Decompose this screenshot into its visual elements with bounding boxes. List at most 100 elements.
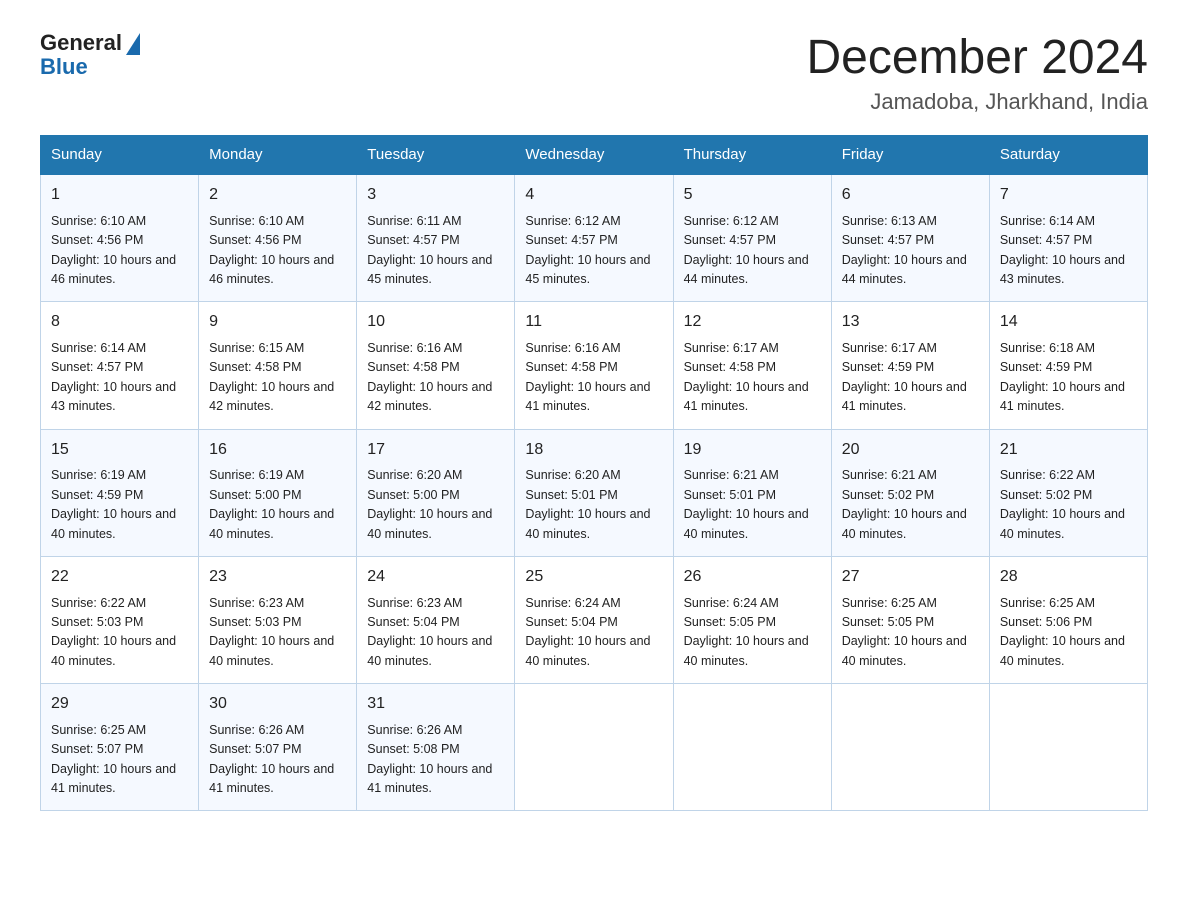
day-number: 4	[525, 183, 662, 208]
calendar-day-cell: 3Sunrise: 6:11 AMSunset: 4:57 PMDaylight…	[357, 174, 515, 302]
calendar-day-cell: 22 Sunrise: 6:22 AMSunset: 5:03 PMDayligh…	[41, 556, 199, 683]
calendar-day-cell: 31 Sunrise: 6:26 AMSunset: 5:08 PMDayligh…	[357, 684, 515, 811]
day-info: Sunrise: 6:12 AMSunset: 4:57 PMDaylight:…	[684, 212, 821, 290]
logo: General Blue	[40, 30, 140, 80]
day-info: Sunrise: 6:16 AMSunset: 4:58 PMDaylight:…	[367, 339, 504, 417]
day-number: 24	[367, 565, 504, 590]
calendar-day-cell: 2 Sunrise: 6:10 AMSunset: 4:56 PMDaylight…	[199, 174, 357, 302]
calendar-day-cell: 5 Sunrise: 6:12 AMSunset: 4:57 PMDaylight…	[673, 174, 831, 302]
calendar-week-row: 1 Sunrise: 6:10 AMSunset: 4:56 PMDaylight…	[41, 174, 1148, 302]
day-info: Sunrise: 6:25 AMSunset: 5:05 PMDaylight:…	[842, 594, 979, 672]
calendar-day-cell: 25Sunrise: 6:24 AMSunset: 5:04 PMDayligh…	[515, 556, 673, 683]
day-info: Sunrise: 6:25 AMSunset: 5:07 PMDaylight:…	[51, 721, 188, 799]
calendar-day-cell: 16 Sunrise: 6:19 AMSunset: 5:00 PMDayligh…	[199, 429, 357, 556]
day-info: Sunrise: 6:22 AMSunset: 5:03 PMDaylight:…	[51, 594, 188, 672]
day-info: Sunrise: 6:20 AMSunset: 5:00 PMDaylight:…	[367, 466, 504, 544]
day-info: Sunrise: 6:22 AMSunset: 5:02 PMDaylight:…	[1000, 466, 1137, 544]
calendar-week-row: 22 Sunrise: 6:22 AMSunset: 5:03 PMDayligh…	[41, 556, 1148, 683]
day-number: 1	[51, 183, 188, 208]
day-number: 27	[842, 565, 979, 590]
day-info: Sunrise: 6:19 AMSunset: 5:00 PMDaylight:…	[209, 466, 346, 544]
day-number: 30	[209, 692, 346, 717]
day-number: 16	[209, 438, 346, 463]
calendar-day-cell: 11 Sunrise: 6:16 AMSunset: 4:58 PMDayligh…	[515, 302, 673, 429]
day-number: 7	[1000, 183, 1137, 208]
day-number: 12	[684, 310, 821, 335]
day-info: Sunrise: 6:26 AMSunset: 5:08 PMDaylight:…	[367, 721, 504, 799]
weekday-header-row: SundayMondayTuesdayWednesdayThursdayFrid…	[41, 136, 1148, 175]
weekday-header-friday: Friday	[831, 136, 989, 175]
calendar-day-cell	[989, 684, 1147, 811]
calendar-day-cell: 30 Sunrise: 6:26 AMSunset: 5:07 PMDayligh…	[199, 684, 357, 811]
day-number: 22	[51, 565, 188, 590]
day-info: Sunrise: 6:12 AMSunset: 4:57 PMDaylight:…	[525, 212, 662, 290]
calendar-day-cell	[515, 684, 673, 811]
day-info: Sunrise: 6:25 AMSunset: 5:06 PMDaylight:…	[1000, 594, 1137, 672]
calendar-day-cell: 29 Sunrise: 6:25 AMSunset: 5:07 PMDayligh…	[41, 684, 199, 811]
weekday-header-wednesday: Wednesday	[515, 136, 673, 175]
day-number: 31	[367, 692, 504, 717]
day-number: 18	[525, 438, 662, 463]
weekday-header-sunday: Sunday	[41, 136, 199, 175]
day-info: Sunrise: 6:14 AMSunset: 4:57 PMDaylight:…	[51, 339, 188, 417]
calendar-day-cell: 9 Sunrise: 6:15 AMSunset: 4:58 PMDaylight…	[199, 302, 357, 429]
calendar-day-cell: 1 Sunrise: 6:10 AMSunset: 4:56 PMDaylight…	[41, 174, 199, 302]
day-number: 6	[842, 183, 979, 208]
day-info: Sunrise: 6:17 AMSunset: 4:59 PMDaylight:…	[842, 339, 979, 417]
day-number: 10	[367, 310, 504, 335]
day-number: 21	[1000, 438, 1137, 463]
day-number: 29	[51, 692, 188, 717]
calendar-day-cell: 7Sunrise: 6:14 AMSunset: 4:57 PMDaylight…	[989, 174, 1147, 302]
weekday-header-tuesday: Tuesday	[357, 136, 515, 175]
day-number: 5	[684, 183, 821, 208]
calendar-day-cell: 20 Sunrise: 6:21 AMSunset: 5:02 PMDayligh…	[831, 429, 989, 556]
calendar-day-cell: 17 Sunrise: 6:20 AMSunset: 5:00 PMDayligh…	[357, 429, 515, 556]
day-number: 20	[842, 438, 979, 463]
calendar-day-cell: 28 Sunrise: 6:25 AMSunset: 5:06 PMDayligh…	[989, 556, 1147, 683]
calendar-day-cell: 10 Sunrise: 6:16 AMSunset: 4:58 PMDayligh…	[357, 302, 515, 429]
day-number: 26	[684, 565, 821, 590]
day-info: Sunrise: 6:17 AMSunset: 4:58 PMDaylight:…	[684, 339, 821, 417]
calendar-week-row: 8Sunrise: 6:14 AMSunset: 4:57 PMDaylight…	[41, 302, 1148, 429]
day-number: 15	[51, 438, 188, 463]
day-info: Sunrise: 6:19 AMSunset: 4:59 PMDaylight:…	[51, 466, 188, 544]
day-number: 14	[1000, 310, 1137, 335]
calendar-day-cell: 12 Sunrise: 6:17 AMSunset: 4:58 PMDayligh…	[673, 302, 831, 429]
weekday-header-thursday: Thursday	[673, 136, 831, 175]
day-info: Sunrise: 6:23 AMSunset: 5:04 PMDaylight:…	[367, 594, 504, 672]
day-number: 11	[525, 310, 662, 335]
calendar-day-cell: 21 Sunrise: 6:22 AMSunset: 5:02 PMDayligh…	[989, 429, 1147, 556]
logo-blue-text: Blue	[40, 54, 88, 80]
day-info: Sunrise: 6:23 AMSunset: 5:03 PMDaylight:…	[209, 594, 346, 672]
day-info: Sunrise: 6:21 AMSunset: 5:02 PMDaylight:…	[842, 466, 979, 544]
day-info: Sunrise: 6:10 AMSunset: 4:56 PMDaylight:…	[209, 212, 346, 290]
day-info: Sunrise: 6:24 AMSunset: 5:05 PMDaylight:…	[684, 594, 821, 672]
day-info: Sunrise: 6:20 AMSunset: 5:01 PMDaylight:…	[525, 466, 662, 544]
day-number: 2	[209, 183, 346, 208]
calendar-day-cell: 6 Sunrise: 6:13 AMSunset: 4:57 PMDaylight…	[831, 174, 989, 302]
calendar-day-cell	[673, 684, 831, 811]
day-number: 17	[367, 438, 504, 463]
day-info: Sunrise: 6:24 AMSunset: 5:04 PMDaylight:…	[525, 594, 662, 672]
day-number: 19	[684, 438, 821, 463]
page-header: General Blue December 2024 Jamadoba, Jha…	[40, 30, 1148, 115]
calendar-day-cell: 18 Sunrise: 6:20 AMSunset: 5:01 PMDayligh…	[515, 429, 673, 556]
day-info: Sunrise: 6:18 AMSunset: 4:59 PMDaylight:…	[1000, 339, 1137, 417]
day-info: Sunrise: 6:16 AMSunset: 4:58 PMDaylight:…	[525, 339, 662, 417]
calendar-day-cell: 8Sunrise: 6:14 AMSunset: 4:57 PMDaylight…	[41, 302, 199, 429]
day-number: 13	[842, 310, 979, 335]
day-number: 28	[1000, 565, 1137, 590]
calendar-day-cell: 27 Sunrise: 6:25 AMSunset: 5:05 PMDayligh…	[831, 556, 989, 683]
day-info: Sunrise: 6:13 AMSunset: 4:57 PMDaylight:…	[842, 212, 979, 290]
day-info: Sunrise: 6:10 AMSunset: 4:56 PMDaylight:…	[51, 212, 188, 290]
calendar-day-cell	[831, 684, 989, 811]
day-info: Sunrise: 6:26 AMSunset: 5:07 PMDaylight:…	[209, 721, 346, 799]
day-info: Sunrise: 6:15 AMSunset: 4:58 PMDaylight:…	[209, 339, 346, 417]
calendar-week-row: 15 Sunrise: 6:19 AMSunset: 4:59 PMDayligh…	[41, 429, 1148, 556]
day-number: 9	[209, 310, 346, 335]
day-number: 23	[209, 565, 346, 590]
weekday-header-monday: Monday	[199, 136, 357, 175]
calendar-day-cell: 4 Sunrise: 6:12 AMSunset: 4:57 PMDaylight…	[515, 174, 673, 302]
location-title: Jamadoba, Jharkhand, India	[806, 89, 1148, 115]
calendar-day-cell: 14 Sunrise: 6:18 AMSunset: 4:59 PMDayligh…	[989, 302, 1147, 429]
